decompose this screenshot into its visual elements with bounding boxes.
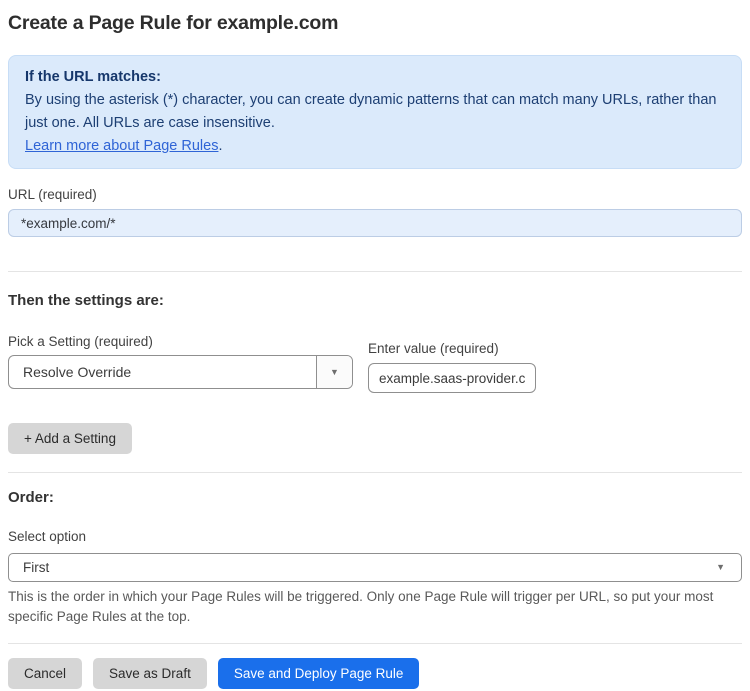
cancel-button[interactable]: Cancel (8, 658, 83, 689)
url-input[interactable] (8, 209, 742, 237)
page-title: Create a Page Rule for example.com (8, 12, 339, 34)
link-suffix: . (218, 138, 223, 154)
setting-picker-label: Pick a Setting (required) (8, 334, 153, 349)
footer-actions: Cancel Save as Draft Save and Deploy Pag… (8, 658, 742, 689)
save-and-deploy-button[interactable]: Save and Deploy Page Rule (217, 658, 420, 689)
setting-value-column: Enter value (required) (368, 341, 536, 393)
save-as-draft-button[interactable]: Save as Draft (93, 658, 207, 689)
learn-more-link[interactable]: Learn more about Page Rules (25, 138, 218, 154)
setting-picker-column: Pick a Setting (required) Resolve Overri… (8, 334, 353, 389)
add-setting-button[interactable]: + Add a Setting (8, 423, 132, 454)
order-select-dropdown[interactable]: First ▼ (8, 553, 742, 582)
url-field-label: URL (required) (8, 187, 97, 202)
info-box-link-line: Learn more about Page Rules. (25, 135, 725, 158)
order-section-heading: Order: (8, 489, 54, 506)
setting-row: Pick a Setting (required) Resolve Overri… (8, 334, 742, 393)
info-box-heading: If the URL matches: (25, 69, 161, 85)
order-select-value: First (23, 560, 50, 575)
setting-value-input[interactable] (368, 363, 536, 393)
setting-picker-value: Resolve Override (23, 364, 132, 380)
order-select-label: Select option (8, 529, 87, 544)
setting-value-label: Enter value (required) (368, 341, 499, 356)
url-match-info-box: If the URL matches: By using the asteris… (8, 55, 742, 169)
setting-picker-dropdown[interactable]: Resolve Override ▼ (8, 355, 353, 389)
chevron-down-icon: ▼ (330, 366, 339, 377)
divider (8, 472, 742, 473)
order-help-text: This is the order in which your Page Rul… (8, 589, 714, 624)
settings-section-heading: Then the settings are: (8, 292, 164, 309)
chevron-down-icon: ▼ (716, 562, 725, 572)
divider (8, 271, 742, 272)
divider (8, 643, 742, 644)
info-box-body: By using the asterisk (*) character, you… (25, 92, 717, 131)
setting-picker-arrow-box[interactable]: ▼ (316, 356, 352, 388)
